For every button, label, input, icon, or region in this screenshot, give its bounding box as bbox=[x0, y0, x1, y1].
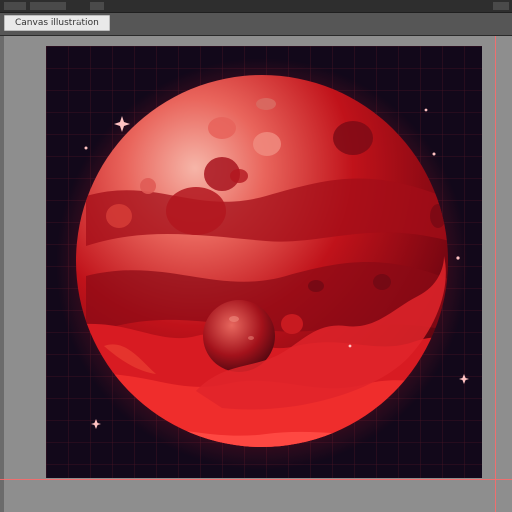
menu-button[interactable] bbox=[90, 2, 104, 10]
document-tab-bar: Canvas illustration × bbox=[0, 13, 512, 36]
document-tab-label: Canvas illustration bbox=[15, 18, 99, 28]
canvas-workspace[interactable] bbox=[0, 36, 512, 512]
document-tab[interactable]: Canvas illustration bbox=[4, 15, 110, 31]
close-icon[interactable]: × bbox=[76, 18, 84, 27]
menu-button[interactable] bbox=[30, 2, 66, 10]
planet-illustration bbox=[46, 46, 482, 478]
guide-line[interactable] bbox=[495, 36, 496, 512]
menu-button[interactable] bbox=[4, 2, 26, 10]
vertical-ruler bbox=[0, 36, 4, 512]
guide-line[interactable] bbox=[0, 479, 512, 480]
window-control[interactable] bbox=[493, 2, 509, 10]
title-bar bbox=[0, 0, 512, 13]
artboard[interactable] bbox=[46, 46, 482, 478]
